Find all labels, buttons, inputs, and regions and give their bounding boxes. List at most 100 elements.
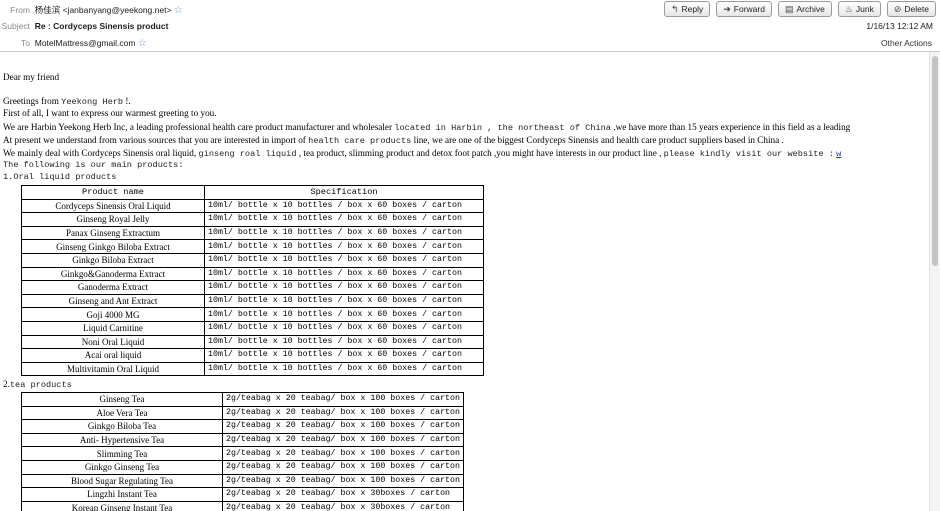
section-tea-title: 2.tea products [3,379,72,391]
specification-cell: 10ml/ bottle x 10 bottles / box x 60 box… [204,212,484,227]
product-name-cell: Ginkgo Biloba Extract [21,252,205,268]
to-label: To [21,38,30,48]
from-value[interactable]: 杨佳滨 <janbanyang@yeekong.net> [35,5,172,15]
forward-label: Forward [733,4,765,14]
scrollbar-thumb[interactable] [932,56,938,266]
specification-cell: 2g/teabag x 20 teabag/ box x 30boxes / c… [221,487,465,502]
product-name-cell: Ginkgo&Ganoderma Extract [21,266,205,282]
table-header-cell: Product name [21,185,205,200]
greetings-end: !. [125,96,131,106]
delete-icon: ⊘ [893,4,902,14]
deal-text-2: ginseng roal liquid [198,149,297,159]
reply-icon: ↰ [670,4,679,14]
oral-products-table: Product name Specification Cordyceps Sinen… [21,185,484,377]
product-name-cell: Ginseng Royal Jelly [21,212,205,227]
subject-row: Subject Re : Cordyceps Sinensis product [0,18,169,34]
junk-label: Junk [855,4,874,14]
specification-cell: 10ml/ bottle x 10 bottles / box x 60 box… [204,280,484,295]
specification-cell: 10ml/ bottle x 10 bottles / box x 60 box… [204,225,484,241]
table-row: Noni Oral Liquid 10ml/ bottle x 10 bottle… [21,334,484,350]
table-row: Ginseng Tea 2g/teabag x 20 teabag/ box x … [21,392,465,407]
section-oral-title: 1.Oral liquid products [3,172,117,182]
product-name-cell: Ginkgo Ginseng Tea [21,459,223,475]
section-tea-number: 2. [3,379,10,389]
product-name-cell: Ginseng and Ant Extract [21,293,205,309]
greetings-from-line: Greetings from Yeekong Herb !. [3,96,131,108]
greeting-line: Dear my friend [3,72,60,82]
reply-button[interactable]: ↰ Reply [663,1,711,17]
to-row: To MotelMattress@gmail.com ☆ [0,35,147,51]
table-row: Blood Sugar Regulating Tea 2g/teabag x 20… [21,473,465,489]
subject-label: Subject [1,21,30,31]
vertical-scrollbar[interactable] [929,52,940,511]
present-line: At present we understand from various so… [3,135,784,147]
archive-button[interactable]: ▤ Archive [777,1,832,17]
deal-text-1: We mainly deal with Cordyceps Sinensis o… [3,148,197,158]
website-link[interactable]: w [836,149,841,159]
table-row: Korean Ginseng Instant Tea 2g/teabag x 20… [21,500,465,511]
deal-text-3: , tea product, slimming product and deto… [298,148,662,158]
forward-button[interactable]: ➜ Forward [716,1,772,17]
tea-products-table: Ginseng Tea 2g/teabag x 20 teabag/ box x … [21,392,465,511]
deal-line: We mainly deal with Cordyceps Sinensis o… [3,148,841,160]
product-name-cell: Cordyceps Sinensis Oral Liquid [21,198,205,214]
other-actions-menu[interactable]: Other Actions [881,35,932,51]
table-row: Cordyceps Sinensis Oral Liquid 10ml/ bott… [21,198,484,214]
table-row: Ginkgo Biloba Tea 2g/teabag x 20 teabag/ … [21,419,465,434]
to-value[interactable]: MotelMattress@gmail.com [35,38,136,48]
specification-cell: 2g/teabag x 20 teabag/ box x 100 boxes /… [221,432,465,448]
table-row: Lingzhi Instant Tea 2g/teabag x 20 teabag… [21,487,465,502]
table-row: Aloe Vera Tea 2g/teabag x 20 teabag/ box … [21,405,465,421]
present-text-1: At present we understand from various so… [3,135,306,145]
from-row: From 杨佳滨 <janbanyang@yeekong.net> ☆ [0,2,183,18]
harbin-text-1: We are Harbin Yeekong Herb Inc, a leadin… [3,122,393,132]
table-header-cell: Specification [204,185,484,200]
message-header: From 杨佳滨 <janbanyang@yeekong.net> ☆ Subj… [0,0,940,52]
product-name-cell: Slimming Tea [21,446,223,461]
first-of-all-line: First of all, I want to express our warm… [3,108,217,118]
message-body: Dear my friend Greetings from Yeekong He… [0,52,930,511]
message-toolbar: ↰ Reply ➜ Forward ▤ Archive ♨ Junk ⊘ Del… [663,1,936,17]
table-row: Liquid Carnitine 10ml/ bottle x 10 bottle… [21,320,484,336]
specification-cell: 2g/teabag x 20 teabag/ box x 100 boxes /… [221,446,465,461]
star-icon[interactable]: ☆ [138,38,147,49]
product-name-cell: Lingzhi Instant Tea [21,487,223,502]
product-name-cell: Ganoderma Extract [21,280,205,295]
star-icon[interactable]: ☆ [174,5,183,16]
message-date: 1/16/13 12:12 AM [866,21,933,31]
table-row: Ginkgo Biloba Extract 10ml/ bottle x 10 b… [21,252,484,268]
product-name-cell: Acai oral liquid [21,348,205,363]
table-row: Ginkgo Ginseng Tea 2g/teabag x 20 teabag/… [21,459,465,475]
archive-icon: ▤ [784,4,794,14]
product-name-cell: Ginkgo Biloba Tea [21,419,223,434]
product-name-cell: Ginseng Tea [21,392,223,407]
specification-cell: 10ml/ bottle x 10 bottles / box x 60 box… [204,293,484,309]
junk-button[interactable]: ♨ Junk [837,1,881,17]
specification-cell: 10ml/ bottle x 10 bottles / box x 60 box… [204,266,484,282]
harbin-text-3: .we have more than 15 years experience i… [613,122,851,132]
following-line: The following is our main products: [3,160,184,170]
archive-label: Archive [796,4,825,14]
delete-button[interactable]: ⊘ Delete [886,1,936,17]
harbin-line: We are Harbin Yeekong Herb Inc, a leadin… [3,122,850,134]
delete-label: Delete [904,4,929,14]
junk-icon: ♨ [844,4,853,14]
reply-label: Reply [681,4,704,14]
product-name-cell: Blood Sugar Regulating Tea [21,473,223,489]
forward-icon: ➜ [723,4,731,14]
table-row: Slimming Tea 2g/teabag x 20 teabag/ box x… [21,446,465,461]
deal-text-4: please kindly visit our website : [663,149,834,159]
specification-cell: 10ml/ bottle x 10 bottles / box x 60 box… [204,334,484,350]
product-name-cell: Korean Ginseng Instant Tea [21,500,223,511]
specification-cell: 10ml/ bottle x 10 bottles / box x 60 box… [204,252,484,268]
specification-cell: 10ml/ bottle x 10 bottles / box x 60 box… [204,307,484,322]
specification-cell: 2g/teabag x 20 teabag/ box x 30boxes / c… [221,500,465,511]
specification-cell: 10ml/ bottle x 10 bottles / box x 60 box… [204,348,484,363]
greetings-company: Yeekong Herb [61,97,124,107]
section-tea-word: tea products [9,380,72,390]
table-row: Acai oral liquid 10ml/ bottle x 10 bottle… [21,348,484,363]
present-text-3: line, we are one of the biggest Cordycep… [413,135,784,145]
harbin-text-2: located in Harbin , the northeast of Chi… [394,123,611,133]
specification-cell: 2g/teabag x 20 teabag/ box x 100 boxes /… [221,392,465,407]
specification-cell: 10ml/ bottle x 10 bottles / box x 60 box… [204,320,484,336]
